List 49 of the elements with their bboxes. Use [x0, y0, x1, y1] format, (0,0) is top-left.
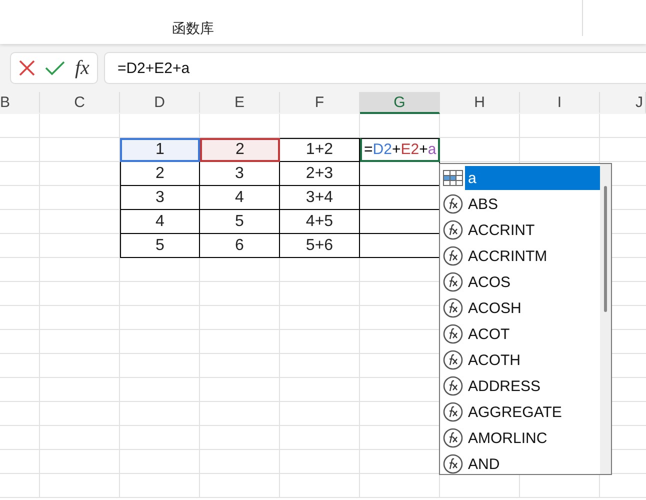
formula-input-field[interactable]: =D2+E2+a: [104, 52, 646, 84]
insert-function-button[interactable]: fx: [75, 56, 90, 80]
table-cell: 2: [200, 138, 280, 162]
table-cell: 3: [120, 186, 200, 210]
table-cell: 1: [120, 138, 200, 162]
editing-cell[interactable]: =D2+E2+a: [360, 138, 440, 162]
table-icon: [443, 170, 463, 186]
autocomplete-item[interactable]: ACOTH: [465, 348, 520, 372]
table-cell: 5: [200, 210, 280, 234]
column-header[interactable]: B: [0, 92, 40, 114]
autocomplete-item[interactable]: ACOT: [465, 322, 510, 346]
column-header[interactable]: D: [120, 92, 200, 114]
autocomplete-item[interactable]: a: [465, 166, 600, 190]
function-icon: [443, 246, 463, 266]
autocomplete-item[interactable]: ACCRINT: [465, 218, 535, 242]
column-header[interactable]: H: [440, 92, 520, 114]
autocomplete-item[interactable]: ABS: [465, 192, 498, 216]
function-icon: [443, 324, 463, 344]
function-icon: [443, 454, 463, 474]
column-header[interactable]: C: [40, 92, 120, 114]
function-icon: [443, 402, 463, 422]
close-icon[interactable]: [19, 60, 35, 76]
autocomplete-item[interactable]: AND: [465, 452, 500, 476]
autocomplete-item[interactable]: AMORLINC: [465, 426, 548, 450]
column-header[interactable]: E: [200, 92, 280, 114]
check-icon[interactable]: [45, 60, 65, 76]
function-icon: [443, 298, 463, 318]
column-header[interactable]: I: [520, 92, 600, 114]
function-icon: [443, 350, 463, 370]
function-icon: [443, 194, 463, 214]
function-icon: [443, 428, 463, 448]
function-icon: [443, 220, 463, 240]
autocomplete-item[interactable]: ACOSH: [465, 296, 522, 320]
autocomplete-item[interactable]: ADDRESS: [465, 374, 541, 398]
table-cell: 6: [200, 234, 280, 258]
scrollbar[interactable]: [600, 164, 611, 474]
autocomplete-item[interactable]: AGGREGATE: [465, 400, 562, 424]
autocomplete-item[interactable]: ACCRINTM: [465, 244, 548, 268]
group-label: 函数库: [172, 20, 214, 38]
table-cell: 4: [200, 186, 280, 210]
function-icon: [443, 376, 463, 396]
table-cell: 2: [120, 162, 200, 186]
column-header[interactable]: J: [600, 92, 646, 114]
table-cell: 3: [200, 162, 280, 186]
table-cell: 4: [120, 210, 200, 234]
function-icon: [443, 272, 463, 292]
column-header[interactable]: G: [360, 92, 440, 114]
autocomplete-item[interactable]: ACOS: [465, 270, 511, 294]
table-cell: 5: [120, 234, 200, 258]
